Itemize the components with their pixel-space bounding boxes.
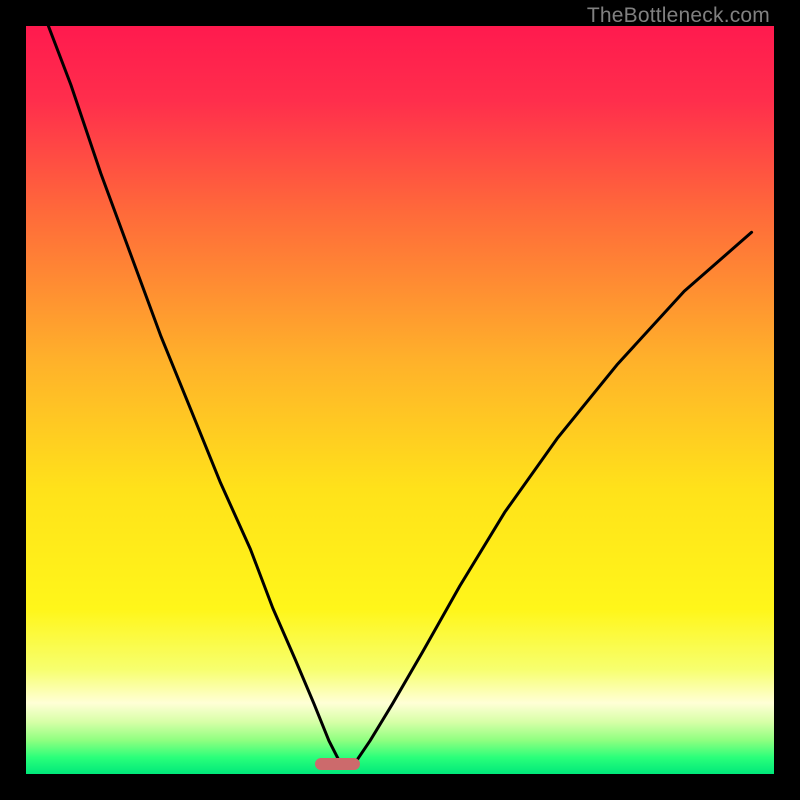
optimal-marker [315, 758, 360, 770]
plot-frame [26, 26, 774, 774]
watermark-text: TheBottleneck.com [587, 4, 770, 28]
bottleneck-curve [26, 26, 774, 774]
